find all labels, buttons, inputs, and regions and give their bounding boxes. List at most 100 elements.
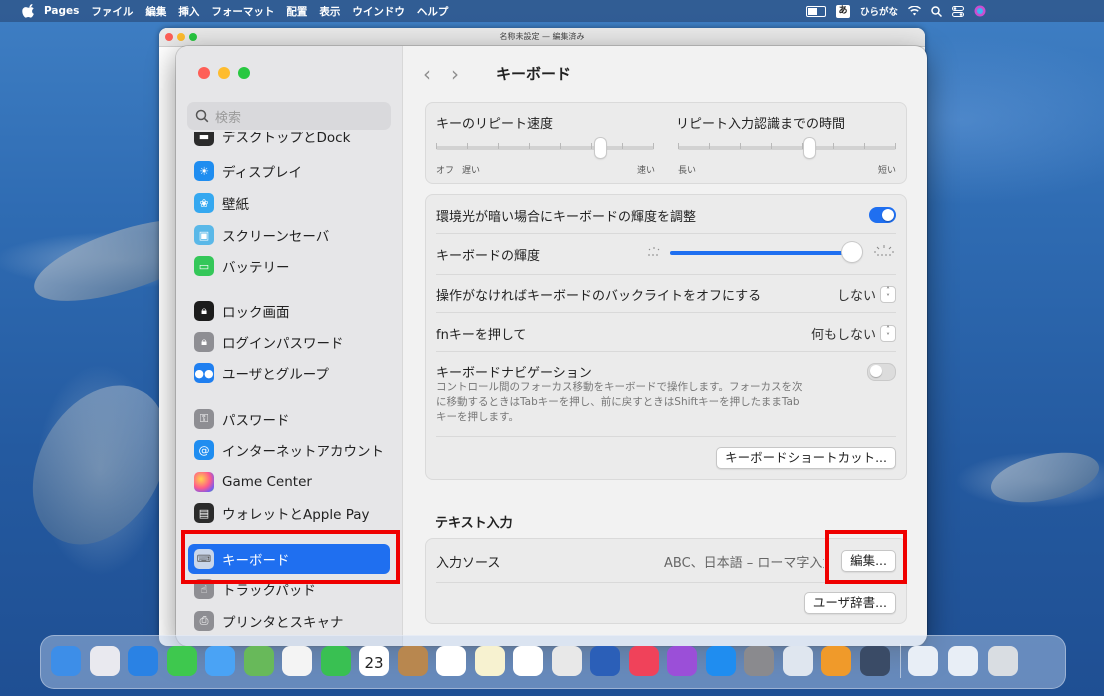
trash-icon[interactable] — [988, 646, 1018, 676]
page-title: キーボード — [496, 65, 572, 83]
dock-chrome-icon[interactable] — [551, 646, 582, 676]
dock-finder-icon[interactable] — [51, 646, 81, 676]
input-method-label[interactable]: ひらがな — [860, 4, 898, 18]
siri-icon[interactable] — [974, 5, 986, 17]
sidebar-item-wallet[interactable]: ▤ ウォレットとApple Pay — [188, 500, 390, 526]
pages-close-button[interactable] — [165, 33, 173, 41]
battery-status-icon[interactable] — [805, 5, 826, 17]
backlight-off-popup[interactable]: しない ˄ ˅ — [837, 285, 896, 304]
sidebar-item-printers[interactable]: ⎙ プリンタとスキャナ — [188, 608, 390, 634]
status-area: あ ひらがな — [805, 0, 986, 22]
dock-maps-icon[interactable] — [243, 646, 274, 676]
sidebar-item-screensaver[interactable]: ▣ スクリーンセーバ — [188, 222, 390, 248]
menu-bar: Pages ファイル 編集 挿入 フォーマット 配置 表示 ウインドウ ヘルプ … — [0, 0, 1104, 22]
game-center-icon — [194, 472, 214, 492]
login-password-icon: 🔒︎ — [194, 332, 214, 352]
battery-icon: ▭ — [194, 256, 214, 276]
sidebar-item-label: インターネットアカウント — [222, 444, 384, 460]
keyboard-shortcuts-button[interactable]: キーボードショートカット... — [716, 447, 896, 469]
dock-mail-icon[interactable] — [205, 646, 235, 676]
user-dictionary-button[interactable]: ユーザ辞書... — [803, 592, 896, 614]
key-repeat-speed-knob[interactable] — [594, 138, 606, 158]
dock-safari-icon[interactable] — [128, 646, 158, 676]
repeat-delay-knob[interactable] — [803, 138, 815, 158]
menu-app-name[interactable]: Pages — [44, 5, 79, 17]
spotlight-icon[interactable] — [931, 5, 942, 17]
dock-freeform-icon[interactable] — [513, 646, 543, 676]
keyboard-navigation-toggle[interactable] — [867, 363, 896, 381]
wallpaper-icon: ❀ — [194, 193, 214, 213]
auto-brightness-toggle[interactable] — [869, 207, 896, 223]
back-icon[interactable]: ‹ — [423, 62, 431, 86]
control-center-icon[interactable] — [952, 5, 964, 17]
dock-system-settings-icon[interactable] — [744, 646, 774, 676]
navigation-controls: ‹ › — [423, 62, 459, 86]
dock-podcasts-icon[interactable] — [667, 646, 697, 676]
dock-calendar-icon[interactable]: 23 — [359, 646, 389, 676]
menu-file[interactable]: ファイル — [91, 4, 133, 19]
dock-reminders-icon[interactable] — [436, 646, 466, 676]
sidebar-item-login-password[interactable]: 🔒︎ ログインパスワード — [188, 329, 390, 355]
pages-window-titlebar[interactable]: 名称未設定 — 編集済み — [159, 28, 925, 47]
sidebar-item-users-groups[interactable]: ●● ユーザとグループ — [188, 360, 390, 386]
dock-app-store-icon[interactable] — [705, 646, 736, 676]
pages-window-controls — [165, 33, 197, 41]
pages-zoom-button[interactable] — [189, 33, 197, 41]
search-icon — [195, 109, 209, 123]
dock-launchpad-icon[interactable] — [89, 646, 120, 676]
sidebar-item-label: バッテリー — [222, 260, 290, 276]
dock-pages-icon[interactable] — [821, 646, 851, 676]
dock-contacts-icon[interactable] — [397, 646, 428, 676]
dock-icon: ▬ — [194, 132, 214, 146]
sidebar-item-display[interactable]: ☀ ディスプレイ — [188, 158, 390, 184]
printer-icon: ⎙ — [194, 611, 214, 631]
dock-music-icon[interactable] — [628, 646, 659, 676]
menu-insert[interactable]: 挿入 — [178, 4, 199, 19]
speed-fast-label: 速い — [637, 166, 656, 176]
apple-menu-icon[interactable] — [22, 4, 36, 18]
sidebar-item-internet-accounts[interactable]: @ インターネットアカウント — [188, 437, 390, 463]
sidebar-item-desktop-dock[interactable]: ▬ デスクトップとDock — [188, 132, 390, 146]
sidebar-search[interactable]: 検索 — [187, 102, 391, 130]
dock-facetime-icon[interactable] — [320, 646, 351, 676]
display-icon: ☀ — [194, 161, 214, 181]
dock-photos-icon[interactable] — [282, 646, 312, 676]
dock-separator — [900, 644, 901, 678]
dock-messages-icon[interactable] — [166, 646, 197, 676]
minimize-button[interactable] — [218, 67, 230, 79]
speed-off-label: オフ — [436, 166, 455, 176]
dock-quicktime-icon[interactable] — [859, 646, 890, 676]
brightness-fill — [670, 251, 853, 255]
input-sources-value: ABC、日本語 – ローマ字入力 — [664, 556, 824, 571]
pages-minimize-button[interactable] — [177, 33, 185, 41]
sidebar-item-game-center[interactable]: Game Center — [188, 469, 390, 495]
input-method-icon[interactable]: あ — [835, 4, 850, 18]
wifi-icon[interactable] — [908, 6, 921, 16]
dock-window-icon[interactable] — [948, 646, 978, 676]
sidebar-item-lock-screen[interactable]: 🔒︎ ロック画面 — [188, 298, 390, 324]
fn-key-popup[interactable]: 何もしない ˄ ˅ — [811, 324, 896, 343]
forward-icon[interactable]: › — [451, 62, 459, 86]
menu-arrange[interactable]: 配置 — [286, 4, 307, 19]
menu-help[interactable]: ヘルプ — [417, 4, 449, 19]
dock-preview-icon[interactable] — [782, 646, 813, 676]
search-placeholder: 検索 — [215, 110, 242, 126]
dock: 23 — [40, 635, 1066, 689]
keyboard-navigation-description: コントロール間のフォーカス移動をキーボードで操作します。フォーカスを次 に移動す… — [436, 381, 803, 423]
menu-edit[interactable]: 編集 — [145, 4, 166, 19]
backlight-off-value: しない — [836, 289, 876, 304]
dock-notes-icon[interactable] — [474, 646, 505, 676]
sidebar-item-passwords[interactable]: ⚿ パスワード — [188, 406, 390, 432]
sidebar-item-battery[interactable]: ▭ バッテリー — [188, 253, 390, 279]
sidebar-item-label: ウォレットとApple Pay — [222, 507, 370, 523]
close-button[interactable] — [198, 67, 210, 79]
menu-format[interactable]: フォーマット — [211, 4, 274, 19]
edit-button-highlight-box — [825, 530, 907, 584]
dock-word-icon[interactable] — [590, 646, 620, 676]
menu-window[interactable]: ウインドウ — [352, 4, 405, 19]
sidebar-item-label: ログインパスワード — [222, 336, 344, 352]
menu-view[interactable]: 表示 — [319, 4, 340, 19]
zoom-button[interactable] — [238, 67, 250, 79]
dock-downloads-icon[interactable] — [908, 646, 938, 676]
sidebar-item-wallpaper[interactable]: ❀ 壁紙 — [188, 190, 390, 216]
